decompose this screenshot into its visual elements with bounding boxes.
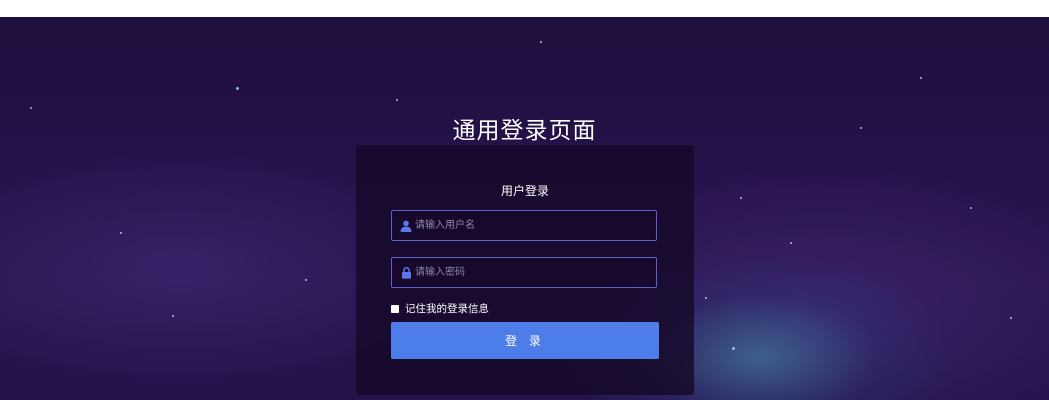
star	[396, 99, 398, 101]
star	[1010, 317, 1012, 319]
star	[30, 107, 32, 109]
remember-me-checkbox[interactable]	[391, 304, 399, 313]
star	[970, 207, 972, 209]
login-button[interactable]: 登 录	[391, 322, 659, 359]
page-title: 通用登录页面	[452, 118, 597, 144]
star	[732, 347, 735, 350]
login-heading: 用户登录	[500, 184, 549, 198]
login-card: 用户登录 记住我的登录信息 登 录	[356, 145, 694, 395]
star	[790, 242, 792, 244]
password-field[interactable]	[391, 257, 657, 288]
star	[305, 279, 307, 281]
remember-me-row: 记住我的登录信息	[391, 301, 489, 316]
star	[705, 297, 707, 299]
star	[740, 197, 742, 199]
remember-me-label[interactable]: 记住我的登录信息	[405, 301, 489, 316]
username-field[interactable]	[391, 210, 657, 241]
top-blank-strip	[0, 0, 1049, 17]
star	[540, 41, 542, 43]
star	[236, 87, 239, 90]
star	[172, 315, 174, 317]
star	[920, 77, 922, 79]
username-input[interactable]	[413, 211, 656, 240]
user-icon	[399, 219, 413, 233]
lock-icon	[399, 266, 413, 280]
star	[120, 232, 122, 234]
password-input[interactable]	[413, 258, 656, 287]
